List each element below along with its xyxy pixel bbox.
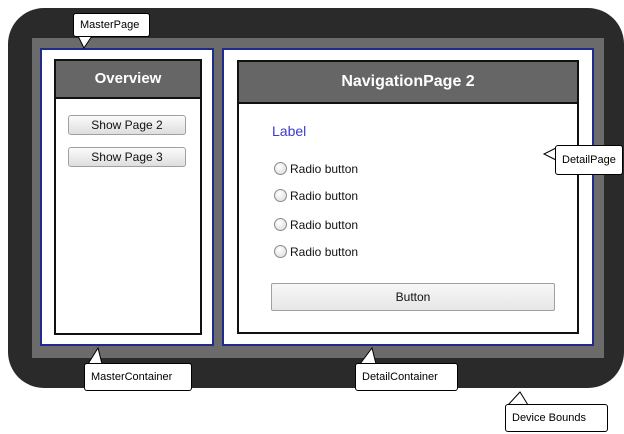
detail-container-callout: DetailContainer: [355, 363, 458, 391]
device-bounds-callout: Device Bounds: [505, 404, 608, 432]
master-container-callout: MasterContainer: [84, 363, 192, 391]
master-page-callout: MasterPage: [73, 13, 150, 37]
detail-container-pointer-icon: [359, 346, 377, 365]
master-page-pointer-icon: [77, 35, 93, 49]
detail-page-callout: DetailPage: [555, 145, 623, 175]
master-container-pointer-icon: [87, 346, 103, 365]
